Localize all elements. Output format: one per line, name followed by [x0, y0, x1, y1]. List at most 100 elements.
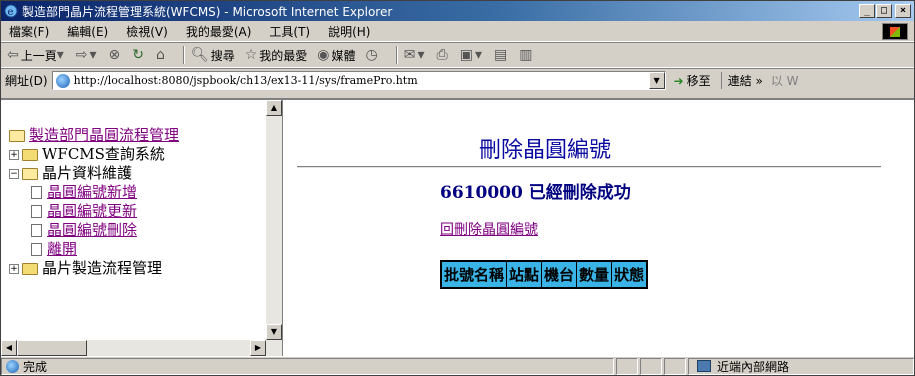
edit-icon: ▣ — [459, 47, 473, 63]
zone-label: 近端內部網路 — [717, 359, 790, 374]
windows-logo-icon — [882, 23, 908, 40]
expand-icon[interactable]: + — [9, 263, 19, 274]
window-title: 製造部門晶片流程管理系統(WFCMS) - Microsoft Internet… — [22, 4, 393, 19]
column-header-station: 站點 — [506, 260, 543, 289]
open-folder-icon — [9, 129, 25, 142]
tree-item-exit[interactable]: 離開 — [31, 240, 179, 259]
document-icon — [31, 243, 42, 256]
discuss-button[interactable]: ▤ — [494, 47, 509, 63]
history-button[interactable]: ◷ — [366, 47, 380, 63]
menu-file[interactable]: 檔案(F) — [9, 23, 49, 40]
document-icon — [31, 186, 42, 199]
chevron-down-icon: ▾ — [474, 47, 482, 63]
tree-root[interactable]: 製造部門晶圓流程管理 — [9, 126, 179, 145]
stop-button[interactable]: ⊗ — [109, 47, 123, 63]
mail-button[interactable]: ✉ ▾ — [404, 47, 427, 63]
messenger-button[interactable]: ▥ — [519, 47, 534, 63]
tree-root-link[interactable]: 製造部門晶圓流程管理 — [29, 126, 179, 145]
horizontal-scrollbar[interactable]: ◀ ▶ — [1, 340, 266, 356]
tree-item-exit-link[interactable]: 離開 — [47, 240, 77, 259]
refresh-button[interactable]: ↻ — [132, 47, 146, 63]
links-button[interactable]: 連結 » — [720, 72, 763, 89]
tree-node-wfcms-label: WFCMS查詢系統 — [42, 145, 165, 163]
media-label: 媒體 — [331, 48, 356, 63]
home-button[interactable]: ⌂ — [156, 47, 167, 63]
scroll-right-button[interactable]: ▶ — [250, 340, 266, 356]
home-icon: ⌂ — [156, 47, 165, 63]
tree-node-chip-flow[interactable]: + 晶片製造流程管理 — [9, 259, 179, 278]
tree-item-update[interactable]: 晶圓編號更新 — [31, 202, 179, 221]
favorites-button[interactable]: ☆ 我的最愛 — [245, 47, 308, 64]
star-icon: ☆ — [244, 47, 258, 63]
chevron-down-icon: ▾ — [56, 47, 64, 63]
folder-icon — [22, 262, 38, 275]
title-bar: e 製造部門晶片流程管理系統(WFCMS) - Microsoft Intern… — [1, 1, 914, 21]
page-icon — [55, 73, 70, 88]
address-label: 網址(D) — [5, 74, 48, 88]
document-icon — [31, 205, 42, 218]
media-button[interactable]: ◉ 媒體 — [317, 47, 355, 64]
go-label: 移至 — [686, 74, 711, 88]
maximize-button[interactable]: □ — [876, 4, 892, 18]
edit-button[interactable]: ▣ ▾ — [460, 47, 484, 63]
svg-text:e: e — [8, 7, 14, 18]
scroll-thumb[interactable] — [17, 340, 87, 356]
divider — [297, 166, 881, 168]
messenger-icon: ▥ — [519, 47, 533, 63]
column-header-lot-name: 批號名稱 — [440, 260, 508, 289]
tree-node-wfcms[interactable]: + WFCMS查詢系統 — [9, 145, 179, 164]
menu-help[interactable]: 說明(H) — [328, 23, 370, 40]
chevron-down-icon: ▾ — [417, 47, 425, 63]
discuss-icon: ▤ — [493, 47, 508, 63]
forward-button[interactable]: ⇨ ▾ — [76, 47, 99, 63]
back-arrow-icon: ⇦ — [7, 47, 19, 63]
scroll-down-button[interactable]: ▼ — [266, 324, 282, 340]
tree-item-add[interactable]: 晶圓編號新增 — [31, 183, 179, 202]
vertical-scrollbar[interactable]: ▲ ▼ — [266, 100, 282, 356]
back-to-delete-link[interactable]: 回刪除晶圓編號 — [440, 219, 538, 239]
status-text: 完成 — [23, 359, 48, 374]
history-icon: ◷ — [365, 47, 378, 63]
back-button[interactable]: ⇦ 上一頁 ▾ — [7, 47, 66, 64]
search-button[interactable]: 🔍︎ 搜尋 — [191, 47, 235, 64]
chevron-down-icon: ▾ — [89, 47, 97, 63]
tree-item-delete[interactable]: 晶圓編號刪除 — [31, 221, 179, 240]
tree-item-delete-link[interactable]: 晶圓編號刪除 — [47, 221, 137, 240]
stop-icon: ⊗ — [108, 47, 121, 63]
close-button[interactable]: × — [895, 4, 911, 18]
status-cell — [640, 357, 662, 375]
collapse-icon[interactable]: − — [9, 168, 19, 179]
status-bar: 完成 近端內部網路 — [1, 356, 914, 375]
ie-logo-icon: e — [4, 4, 18, 18]
menu-favorites[interactable]: 我的最愛(A) — [186, 23, 252, 40]
expand-icon[interactable]: + — [9, 149, 19, 160]
tree-item-update-link[interactable]: 晶圓編號更新 — [47, 202, 137, 221]
print-button[interactable]: ⎙ — [437, 47, 450, 63]
main-frame: 刪除晶圓編號 6610000 已經刪除成功 回刪除晶圓編號 批號名稱 站點 機台… — [283, 100, 914, 356]
scroll-left-button[interactable]: ◀ — [1, 340, 17, 356]
document-icon — [31, 224, 42, 237]
nav-tree: 製造部門晶圓流程管理 + WFCMS查詢系統 − 晶片資料維護 晶圓編號新增 晶… — [9, 126, 179, 278]
browser-window: e 製造部門晶片流程管理系統(WFCMS) - Microsoft Intern… — [0, 0, 915, 376]
minimize-button[interactable]: _ — [859, 4, 875, 18]
menu-edit[interactable]: 編輯(E) — [67, 23, 108, 40]
address-input[interactable]: http://localhost:8080/jspbook/ch13/ex13-… — [51, 71, 666, 90]
status-main: 完成 — [1, 357, 614, 375]
address-url: http://localhost:8080/jspbook/ch13/ex13-… — [73, 74, 418, 87]
tree-item-add-link[interactable]: 晶圓編號新增 — [47, 183, 137, 202]
scroll-up-button[interactable]: ▲ — [266, 100, 282, 116]
tree-node-chip-maintenance-label: 晶片資料維護 — [42, 164, 133, 182]
tree-node-chip-maintenance[interactable]: − 晶片資料維護 — [9, 164, 179, 183]
address-dropdown-button[interactable]: ▼ — [648, 72, 665, 89]
go-button[interactable]: ➜ 移至 — [674, 72, 711, 89]
address-bar: 網址(D) http://localhost:8080/jspbook/ch13… — [1, 68, 914, 92]
search-label: 搜尋 — [210, 48, 235, 63]
table-header-row: 批號名稱 站點 機台 數量 狀態 — [440, 260, 648, 289]
column-header-machine: 機台 — [541, 260, 578, 289]
windows-link[interactable]: 以 W — [771, 72, 799, 89]
left-frame: 製造部門晶圓流程管理 + WFCMS查詢系統 − 晶片資料維護 晶圓編號新增 晶… — [1, 100, 283, 356]
intranet-zone-icon — [697, 360, 711, 372]
menu-tools[interactable]: 工具(T) — [269, 23, 310, 40]
column-header-status: 狀態 — [611, 260, 648, 289]
menu-view[interactable]: 檢視(V) — [126, 23, 168, 40]
